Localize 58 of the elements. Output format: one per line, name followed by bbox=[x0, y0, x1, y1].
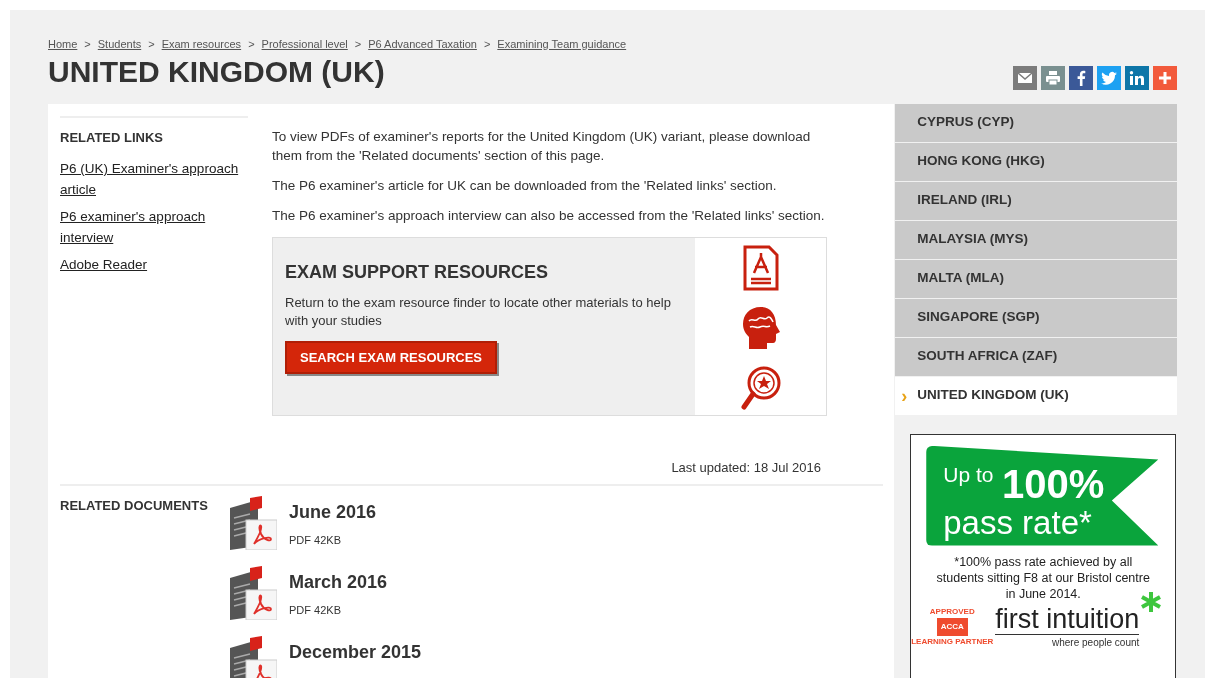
ad-footnote: *100% pass rate achieved by all students sitting F8 at our Bristol centre in June 2014. bbox=[935, 553, 1151, 602]
breadcrumb-link[interactable]: Examining Team guidance bbox=[497, 36, 627, 53]
document-title[interactable]: December 2015 bbox=[289, 639, 422, 666]
section-heading: RELATED DOCUMENTS bbox=[60, 497, 209, 515]
sidebar-item[interactable]: HONG KONG (HKG) bbox=[895, 142, 1177, 181]
paragraph: The P6 examiner's article for UK can be downloaded from the 'Related links' section. bbox=[272, 176, 778, 195]
sidebar-item[interactable]: CYPRUS (CYP) bbox=[895, 103, 1177, 142]
page-title: UNITED KINGDOM (UK) bbox=[48, 54, 385, 89]
related-link[interactable]: P6 (UK) Examiner's approach article bbox=[60, 158, 242, 200]
search-resources-button[interactable]: SEARCH EXAM RESOURCES bbox=[285, 340, 498, 374]
brand-name: first intuition bbox=[995, 603, 1140, 635]
breadcrumb-link[interactable]: Professional level bbox=[261, 36, 348, 53]
sidebar-item[interactable]: › UNITED KINGDOM (UK) bbox=[895, 376, 1177, 415]
twitter-icon[interactable] bbox=[1097, 65, 1121, 90]
document-meta: PDF 42KB bbox=[289, 603, 342, 618]
facebook-icon[interactable] bbox=[1069, 65, 1093, 90]
brand-tagline: where people count bbox=[1052, 635, 1140, 650]
badge-label: LEARNING PARTNER bbox=[911, 637, 994, 646]
breadcrumb-link[interactable]: Home bbox=[48, 36, 78, 53]
breadcrumb-separator: > bbox=[84, 37, 91, 52]
related-link[interactable]: P6 examiner's approach interview bbox=[60, 206, 242, 248]
last-updated-text: Last updated: 18 Jul 2016 bbox=[670, 458, 822, 477]
document-compass-icon bbox=[742, 244, 779, 291]
linkedin-icon[interactable] bbox=[1125, 65, 1149, 90]
section-heading: RELATED LINKS bbox=[60, 128, 165, 147]
acca-logo: ACCA bbox=[936, 617, 968, 636]
print-icon[interactable] bbox=[1041, 65, 1065, 90]
breadcrumb-separator: > bbox=[483, 37, 491, 52]
paragraph: To view PDFs of examiner's reports for the United Kingdom (UK) variant, please download them from the 'Related documents' section of this page. bbox=[272, 127, 812, 165]
badge-label: APPROVED bbox=[929, 607, 975, 616]
paragraph: The P6 examiner's approach interview can also be accessed from the 'Related links' section. bbox=[272, 206, 826, 225]
breadcrumb-link[interactable]: P6 Advanced Taxation bbox=[368, 36, 477, 53]
related-link[interactable]: Adobe Reader bbox=[60, 254, 242, 275]
magnifier-star-icon bbox=[739, 364, 782, 411]
document-title[interactable]: March 2016 bbox=[289, 569, 388, 596]
email-icon[interactable] bbox=[1013, 65, 1037, 90]
ad-figure: 100% bbox=[1001, 461, 1105, 506]
asterisk-icon bbox=[1139, 589, 1164, 614]
sidebar-item[interactable]: MALAYSIA (MYS) bbox=[895, 220, 1177, 259]
box-heading: EXAM SUPPORT RESOURCES bbox=[285, 260, 550, 284]
sidebar-item[interactable]: IRELAND (IRL) bbox=[895, 181, 1177, 220]
pdf-document-icon bbox=[230, 496, 277, 550]
pdf-document-icon bbox=[230, 566, 277, 620]
breadcrumb-link[interactable]: Students bbox=[97, 36, 142, 53]
sidebar-item[interactable]: SINGAPORE (SGP) bbox=[895, 298, 1177, 337]
box-text: Return to the exam resource finder to locate other materials to help with your studies bbox=[285, 293, 672, 330]
breadcrumb-separator: > bbox=[248, 37, 255, 52]
sidebar-item[interactable]: MALTA (MLA) bbox=[895, 259, 1177, 298]
document-title[interactable]: June 2016 bbox=[289, 499, 377, 526]
plus-icon[interactable] bbox=[1153, 65, 1177, 90]
document-meta: PDF 42KB bbox=[289, 533, 342, 548]
ad-headline: pass rate* bbox=[943, 505, 1093, 539]
breadcrumb-link[interactable]: Exam resources bbox=[161, 36, 242, 53]
breadcrumb-separator: > bbox=[148, 37, 155, 52]
head-brain-icon bbox=[740, 304, 781, 351]
sidebar-item[interactable]: SOUTH AFRICA (ZAF) bbox=[895, 337, 1177, 376]
breadcrumb-separator: > bbox=[354, 37, 362, 52]
ad-prefix: Up to bbox=[943, 462, 994, 486]
